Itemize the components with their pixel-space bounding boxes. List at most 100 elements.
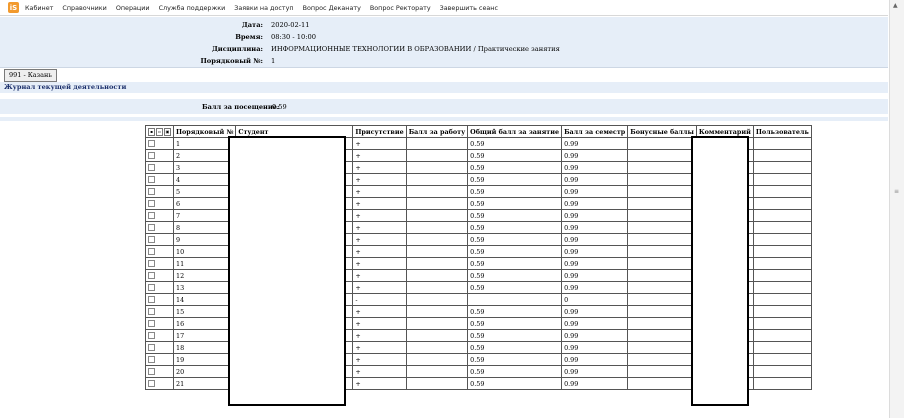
checkbox-icon[interactable] (148, 356, 155, 363)
cell-bonus-score (627, 161, 697, 174)
cell-presence: + (352, 185, 407, 198)
row-checkbox[interactable] (145, 197, 174, 210)
row-checkbox[interactable] (145, 149, 174, 162)
row-checkbox[interactable] (145, 185, 174, 198)
user-names-redaction (691, 136, 749, 406)
checkbox-icon[interactable] (148, 176, 155, 183)
select-all-icon[interactable]: ▪ (148, 127, 155, 136)
row-checkbox[interactable] (145, 353, 174, 366)
row-checkbox[interactable] (145, 365, 174, 378)
row-checkbox[interactable] (145, 281, 174, 294)
row-checkbox[interactable] (145, 137, 174, 150)
menu-rector-question[interactable]: Вопрос Ректорату (370, 4, 431, 12)
cell-presence: + (352, 305, 407, 318)
cell-order-number: 10 (172, 245, 237, 258)
checkbox-icon[interactable] (148, 320, 155, 327)
vertical-scrollbar[interactable]: ▲ ≡ (889, 0, 904, 418)
menu-references[interactable]: Справочники (62, 4, 106, 12)
group-button[interactable]: 991 - Казань (4, 69, 57, 82)
checkbox-icon[interactable] (148, 152, 155, 159)
row-checkbox[interactable] (145, 221, 174, 234)
row-checkbox[interactable] (145, 233, 174, 246)
cell-order-number: 11 (172, 257, 237, 270)
row-checkbox[interactable] (145, 245, 174, 258)
cell-order-number: 14 (172, 293, 237, 306)
checkbox-icon[interactable] (148, 284, 155, 291)
col-user: Пользователь (752, 125, 812, 138)
cell-user (752, 353, 812, 366)
col-work-score: Балл за работу (405, 125, 469, 138)
cell-total-score: 0.59 (467, 161, 563, 174)
row-checkbox[interactable] (145, 377, 174, 390)
checkbox-icon[interactable] (148, 140, 155, 147)
cell-presence: + (352, 329, 407, 342)
cell-user (752, 257, 812, 270)
row-checkbox[interactable] (145, 161, 174, 174)
cell-order-number: 16 (172, 317, 237, 330)
select-none-icon[interactable]: ▫ (156, 127, 163, 136)
date-value: 2020-02-11 (271, 21, 310, 29)
cell-order-number: 7 (172, 209, 237, 222)
cell-user (752, 317, 812, 330)
menu-operations[interactable]: Операции (116, 4, 150, 12)
cell-bonus-score (627, 173, 697, 186)
row-checkbox[interactable] (145, 305, 174, 318)
menu-support[interactable]: Служба поддержки (159, 4, 226, 12)
checkbox-icon[interactable] (148, 236, 155, 243)
cell-work-score (405, 221, 469, 234)
cell-total-score: 0.59 (467, 305, 563, 318)
menu-cabinet[interactable]: Кабинет (25, 4, 53, 12)
checkbox-icon[interactable] (148, 308, 155, 315)
row-checkbox[interactable] (145, 317, 174, 330)
date-label: Дата: (241, 21, 263, 29)
row-checkbox[interactable] (145, 329, 174, 342)
menu-dean-question[interactable]: Вопрос Деканату (303, 4, 361, 12)
menu-access-requests[interactable]: Заявки на доступ (234, 4, 293, 12)
scroll-grip-icon[interactable]: ≡ (894, 188, 899, 195)
top-menubar: iS Кабинет Справочники Операции Служба п… (0, 0, 888, 16)
row-checkbox[interactable] (145, 341, 174, 354)
cell-bonus-score (627, 185, 697, 198)
checkbox-icon[interactable] (148, 344, 155, 351)
invert-selection-icon[interactable]: ▣ (164, 127, 171, 136)
cell-order-number: 6 (172, 197, 237, 210)
cell-user (752, 161, 812, 174)
cell-semester-score: 0.99 (561, 149, 629, 162)
cell-user (752, 233, 812, 246)
cell-order-number: 19 (172, 353, 237, 366)
checkbox-icon[interactable] (148, 224, 155, 231)
row-checkbox[interactable] (145, 209, 174, 222)
attendance-label: Балл за посещение: (202, 103, 280, 111)
row-checkbox[interactable] (145, 293, 174, 306)
cell-user (752, 377, 812, 390)
checkbox-icon[interactable] (148, 260, 155, 267)
cell-semester-score: 0.99 (561, 377, 629, 390)
checkbox-icon[interactable] (148, 188, 155, 195)
cell-total-score: 0.59 (467, 341, 563, 354)
checkbox-icon[interactable] (148, 248, 155, 255)
row-checkbox[interactable] (145, 269, 174, 282)
cell-total-score: 0.59 (467, 185, 563, 198)
cell-semester-score: 0.99 (561, 137, 629, 150)
cell-bonus-score (627, 137, 697, 150)
cell-work-score (405, 149, 469, 162)
menu-logout[interactable]: Завершить сеанс (440, 4, 498, 12)
checkbox-icon[interactable] (148, 380, 155, 387)
checkbox-icon[interactable] (148, 332, 155, 339)
checkbox-icon[interactable] (148, 212, 155, 219)
cell-order-number: 5 (172, 185, 237, 198)
cell-presence: + (352, 173, 407, 186)
cell-presence: + (352, 233, 407, 246)
cell-order-number: 3 (172, 161, 237, 174)
checkbox-icon[interactable] (148, 368, 155, 375)
checkbox-icon[interactable] (148, 296, 155, 303)
scroll-up-arrow-icon[interactable]: ▲ (893, 2, 898, 9)
row-checkbox[interactable] (145, 173, 174, 186)
row-checkbox[interactable] (145, 257, 174, 270)
checkbox-icon[interactable] (148, 200, 155, 207)
cell-bonus-score (627, 341, 697, 354)
select-all-header[interactable]: ▪ ▫ ▣ (145, 125, 174, 138)
cell-presence: + (352, 365, 407, 378)
checkbox-icon[interactable] (148, 272, 155, 279)
checkbox-icon[interactable] (148, 164, 155, 171)
